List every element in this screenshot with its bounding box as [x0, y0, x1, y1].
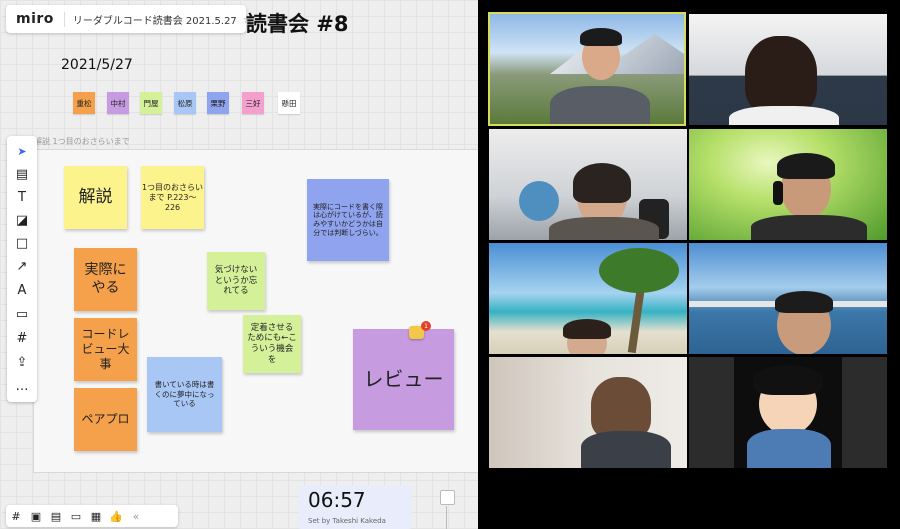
participant-hair — [591, 377, 651, 439]
participant-body — [550, 86, 650, 124]
upload-tool-icon[interactable]: ⇪ — [7, 351, 37, 373]
video-tile-participant[interactable] — [689, 243, 887, 354]
participant-hair — [580, 28, 622, 46]
board-header: miro リーダブルコード読書会 2021.5.27 ☆ — [6, 5, 253, 33]
participant-body — [729, 106, 839, 125]
select-tool-icon[interactable]: ➤ — [7, 140, 37, 162]
timer-set-by: Set by Takeshi Kakeda — [308, 517, 386, 525]
participant-chip[interactable]: 中村 — [107, 92, 129, 114]
comment-tool-icon[interactable]: ▭ — [7, 303, 37, 325]
miro-board[interactable]: miro リーダブルコード読書会 2021.5.27 ☆ 読書会 #8 2021… — [0, 0, 478, 529]
sticky-note[interactable]: 1つ目のおさらいまで P.223〜226 — [141, 166, 204, 229]
miro-logo[interactable]: miro — [6, 11, 64, 27]
zoom-slider[interactable] — [446, 506, 447, 529]
sticky-note[interactable]: 書いている時は書くのに夢中になっている — [147, 357, 222, 432]
participant-body — [751, 215, 867, 240]
avatar-hair — [753, 365, 823, 395]
palm-leaves — [599, 248, 679, 293]
video-tile-participant[interactable] — [689, 14, 887, 125]
participant-body — [549, 217, 659, 240]
sticky-note[interactable]: コードレビュー大事 — [74, 318, 137, 381]
participant-chip[interactable]: 三好 — [242, 92, 264, 114]
headphones-icon — [773, 181, 783, 205]
video-tile-participant[interactable] — [489, 357, 687, 468]
video-tile-participant[interactable] — [689, 357, 887, 468]
sticky-note[interactable]: ペアプロ — [74, 388, 137, 451]
participant-body — [581, 431, 671, 468]
comment-count-badge: 1 — [421, 321, 431, 331]
sticky-note[interactable]: 解説 — [64, 166, 127, 229]
text-tool-icon[interactable]: T — [7, 186, 37, 208]
participant-chip[interactable]: 懸田 — [278, 92, 300, 114]
collapse-icon[interactable]: « — [126, 510, 146, 523]
participant-chip[interactable]: 松原 — [174, 92, 196, 114]
video-tile-participant[interactable] — [689, 129, 887, 240]
screen-share-icon[interactable]: ▭ — [66, 510, 86, 523]
sticky-note[interactable]: 実際にコードを書く際は心がけているが、読みやすいかどうかは自分では判断しづらい。 — [307, 179, 389, 261]
sticky-note[interactable]: 実際にやる — [74, 248, 137, 311]
board-title[interactable]: 読書会 #8 — [246, 8, 349, 38]
more-tools-icon[interactable]: … — [7, 375, 37, 397]
participant-hair — [775, 291, 833, 313]
participant-chip[interactable]: 栗野 — [207, 92, 229, 114]
pen-tool-icon[interactable]: A — [7, 279, 37, 301]
participant-hair — [777, 153, 835, 179]
participant-chip[interactable]: 門屋 — [140, 92, 162, 114]
participant-hair — [563, 319, 611, 339]
sticky-note[interactable]: 定着させるためにも←こういう機会を — [243, 315, 301, 373]
board-date[interactable]: 2021/5/27 — [61, 57, 133, 73]
video-tile-participant[interactable] — [488, 12, 686, 126]
frames-icon[interactable]: # — [6, 510, 26, 523]
video-tile-participant[interactable] — [489, 243, 687, 354]
arrow-tool-icon[interactable]: ↗ — [7, 255, 37, 277]
video-tile-participant[interactable] — [489, 129, 687, 240]
office-chair — [519, 181, 559, 221]
video-conference-grid — [478, 0, 900, 529]
templates-tool-icon[interactable]: ▤ — [7, 163, 37, 185]
participant-chip[interactable]: 重松 — [73, 92, 95, 114]
chat-icon[interactable]: ▤ — [46, 510, 66, 523]
timer-value: 06:57 — [308, 488, 366, 512]
frame-tool-icon[interactable]: # — [7, 327, 37, 349]
avatar-body — [747, 429, 831, 468]
sticky-note[interactable]: レビュー — [353, 329, 454, 430]
participant-hair — [573, 163, 631, 203]
shape-tool-icon[interactable]: □ — [7, 232, 37, 254]
present-icon[interactable]: ▣ — [26, 510, 46, 523]
left-toolbar: ➤ ▤ T ◪ □ ↗ A ▭ # ⇪ … — [7, 136, 37, 402]
zoom-control[interactable] — [440, 490, 455, 505]
sticky-note[interactable]: 気づけないというか忘れてる — [207, 252, 265, 310]
sticky-note-tool-icon[interactable]: ◪ — [7, 209, 37, 231]
bottom-toolbar: # ▣ ▤ ▭ ▦ 👍 « — [6, 505, 178, 527]
timer-widget[interactable]: 06:57 Set by Takeshi Kakeda — [298, 485, 412, 529]
frame-label[interactable]: 解説 1つ目のおさらいまで — [34, 136, 130, 147]
cards-icon[interactable]: ▦ — [86, 510, 106, 523]
participant-hair — [745, 36, 817, 116]
board-name[interactable]: リーダブルコード読書会 2021.5.27 — [63, 11, 237, 27]
reaction-icon[interactable]: 👍 — [106, 510, 126, 523]
